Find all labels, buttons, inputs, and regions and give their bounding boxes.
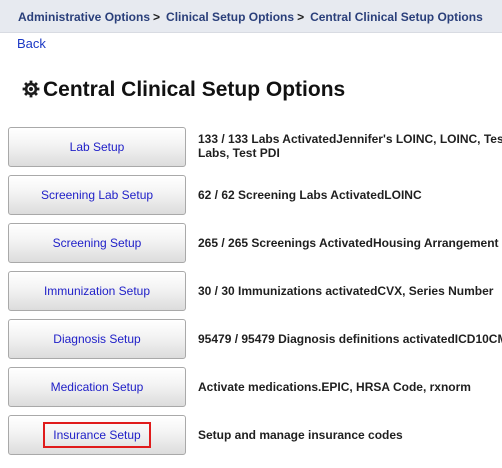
option-row-diagnosis: Diagnosis Setup 95479 / 95479 Diagnosis … — [0, 319, 502, 361]
medication-setup-label: Medication Setup — [50, 380, 144, 394]
breadcrumb-clinical-setup-options[interactable]: Clinical Setup Options — [166, 10, 294, 24]
option-row-medication: Medication Setup Activate medications.EP… — [0, 367, 502, 409]
lab-setup-label: Lab Setup — [69, 140, 125, 154]
medication-setup-description: Activate medications.EPIC, HRSA Code, rx… — [198, 380, 471, 394]
breadcrumb-central-clinical-setup-options[interactable]: Central Clinical Setup Options — [310, 10, 483, 24]
screening-lab-setup-button[interactable]: Screening Lab Setup — [8, 175, 186, 215]
screening-lab-setup-label: Screening Lab Setup — [40, 188, 154, 202]
option-row-immunization: Immunization Setup 30 / 30 Immunizations… — [0, 271, 502, 313]
lab-setup-button[interactable]: Lab Setup — [8, 127, 186, 167]
immunization-setup-description: 30 / 30 Immunizations activatedCVX, Seri… — [198, 284, 494, 298]
breadcrumb-separator: > — [153, 10, 161, 24]
breadcrumb-administrative-options[interactable]: Administrative Options — [18, 10, 150, 24]
insurance-setup-label: Insurance Setup — [43, 422, 151, 448]
description-line: Labs, Test PDI — [198, 146, 280, 160]
breadcrumb-separator: > — [297, 10, 305, 24]
screening-setup-label: Screening Setup — [52, 236, 142, 250]
immunization-setup-button[interactable]: Immunization Setup — [8, 271, 186, 311]
lab-setup-description: 133 / 133 Labs ActivatedJennifer's LOINC… — [198, 132, 502, 160]
description-line: 133 / 133 Labs ActivatedJennifer's LOINC… — [198, 132, 502, 146]
insurance-setup-button[interactable]: Insurance Setup — [8, 415, 186, 455]
screening-lab-setup-description: 62 / 62 Screening Labs ActivatedLOINC — [198, 188, 422, 202]
page-title: Central Clinical Setup Options — [43, 78, 346, 101]
screening-setup-button[interactable]: Screening Setup — [8, 223, 186, 263]
back-link[interactable]: Back — [17, 36, 46, 51]
breadcrumb-bar: Administrative Options > Clinical Setup Op… — [0, 0, 502, 33]
option-row-screening-lab: Screening Lab Setup 62 / 62 Screening La… — [0, 175, 502, 217]
option-row-screening: Screening Setup 265 / 265 Screenings Act… — [0, 223, 502, 265]
diagnosis-setup-description: 95479 / 95479 Diagnosis definitions acti… — [198, 332, 502, 346]
diagnosis-setup-label: Diagnosis Setup — [53, 332, 141, 346]
option-row-lab: Lab Setup 133 / 133 Labs ActivatedJennif… — [0, 127, 502, 169]
screening-setup-description: 265 / 265 Screenings ActivatedHousing Ar… — [198, 236, 502, 250]
medication-setup-button[interactable]: Medication Setup — [8, 367, 186, 407]
insurance-setup-description: Setup and manage insurance codes — [198, 428, 403, 442]
gear-icon — [22, 80, 40, 98]
breadcrumb: Administrative Options > Clinical Setup Op… — [18, 10, 483, 24]
diagnosis-setup-button[interactable]: Diagnosis Setup — [8, 319, 186, 359]
option-row-insurance: Insurance Setup Setup and manage insuran… — [0, 415, 502, 457]
immunization-setup-label: Immunization Setup — [43, 284, 151, 298]
